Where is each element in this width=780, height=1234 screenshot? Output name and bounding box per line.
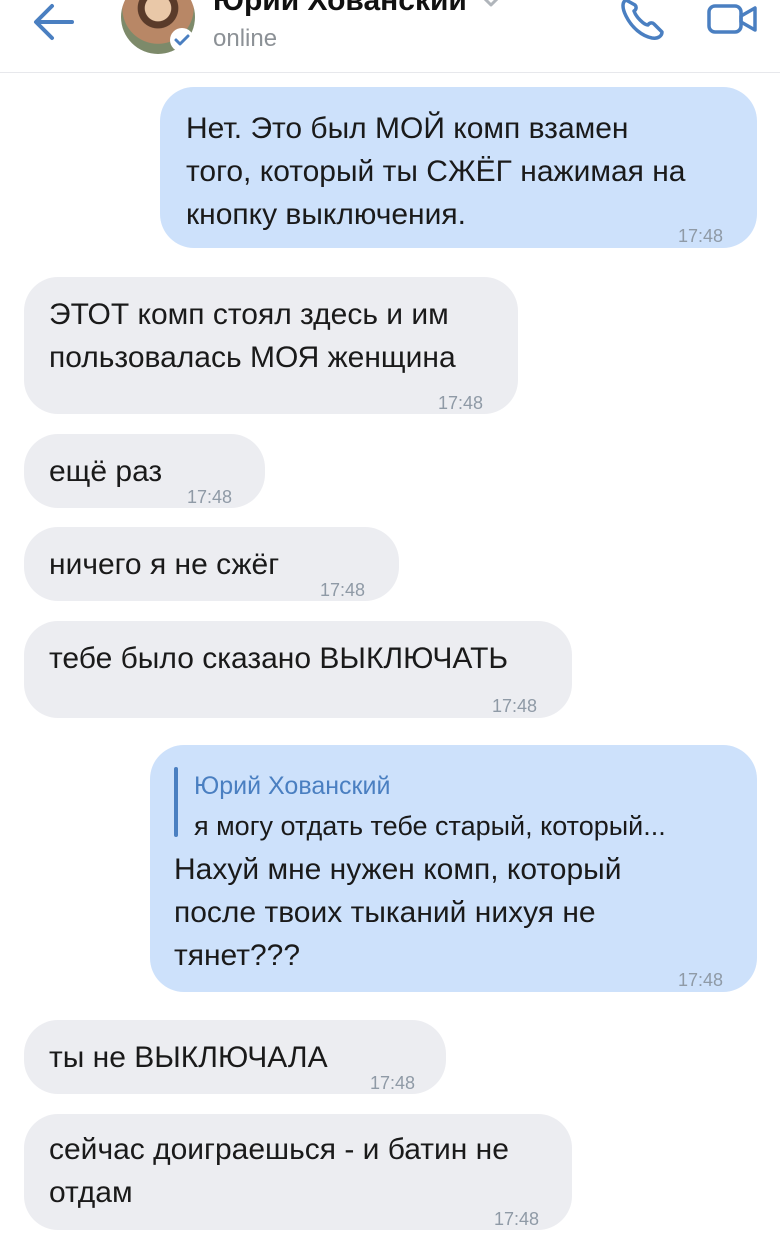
message-bubble-incoming[interactable]: ничего я не сжёг 17:48	[24, 527, 399, 601]
video-call-button[interactable]	[703, 0, 763, 44]
phone-icon	[621, 0, 664, 40]
contact-name[interactable]: Юрий Хованский	[213, 0, 467, 18]
chat-header: Юрий Хованский online	[0, 0, 780, 73]
message-text: ничего я не сжёг	[49, 548, 280, 581]
message-text: тебе было сказано ВЫКЛЮЧАТЬ	[49, 642, 509, 675]
message-bubble-incoming[interactable]: ещё раз 17:48	[24, 434, 265, 508]
message-bubble-incoming[interactable]: ты не ВЫКЛЮЧАЛА 17:48	[24, 1020, 446, 1094]
message-bubble-incoming[interactable]: ЭТОТ комп стоял здесь и им пользовалась …	[24, 277, 518, 414]
message-text: ЭТОТ комп стоял здесь и им	[49, 298, 449, 331]
back-arrow-icon	[34, 4, 74, 40]
message-bubble-incoming[interactable]: тебе было сказано ВЫКЛЮЧАТЬ 17:48	[24, 621, 572, 718]
reply-quote-bar	[174, 767, 178, 837]
verified-badge	[170, 28, 194, 52]
video-camera-icon	[707, 4, 757, 34]
message-text: кнопку выключения.	[186, 198, 466, 231]
message-text: сейчас доиграешься - и батин не	[49, 1133, 509, 1166]
message-bubble-outgoing[interactable]: Юрий Хованский я могу отдать тебе старый…	[150, 745, 757, 992]
message-time: 17:48	[370, 1073, 416, 1093]
reply-text[interactable]: я могу отдать тебе старый, который...	[194, 805, 666, 848]
back-button[interactable]	[26, 0, 82, 52]
message-time: 17:48	[492, 696, 538, 716]
message-time: 17:48	[187, 487, 233, 507]
message-text: Нет. Это был МОЙ комп взамен	[186, 112, 629, 145]
chat-screen: Юрий Хованский online Нет. Это был МОЙ к…	[0, 0, 780, 1234]
reply-author[interactable]: Юрий Хованский	[194, 765, 390, 808]
message-time: 17:48	[494, 1209, 540, 1229]
message-text: пользовалась МОЯ женщина	[49, 341, 456, 374]
name-chevron[interactable]	[480, 0, 502, 10]
message-bubble-incoming[interactable]: сейчас доиграешься - и батин не отдам 17…	[24, 1114, 572, 1230]
contact-status: online	[213, 25, 278, 52]
message-time: 17:48	[678, 970, 724, 990]
message-text: после твоих тыканий нихуя не	[174, 896, 596, 929]
message-text: ты не ВЫКЛЮЧАЛА	[49, 1041, 328, 1074]
chevron-down-icon	[483, 0, 499, 7]
message-bubble-outgoing[interactable]: Нет. Это был МОЙ комп взамен того, котор…	[160, 87, 757, 248]
message-text: Нахуй мне нужен комп, который	[174, 853, 622, 886]
message-time: 17:48	[678, 226, 724, 246]
message-time: 17:48	[320, 580, 366, 600]
verified-check-icon	[172, 30, 192, 50]
message-text: отдам	[49, 1176, 133, 1209]
call-button[interactable]	[614, 0, 670, 44]
message-text: того, который ты СЖЁГ нажимая на	[186, 155, 686, 188]
message-text: тянет???	[174, 939, 301, 972]
message-time: 17:48	[438, 393, 484, 413]
message-text: ещё раз	[49, 455, 163, 488]
